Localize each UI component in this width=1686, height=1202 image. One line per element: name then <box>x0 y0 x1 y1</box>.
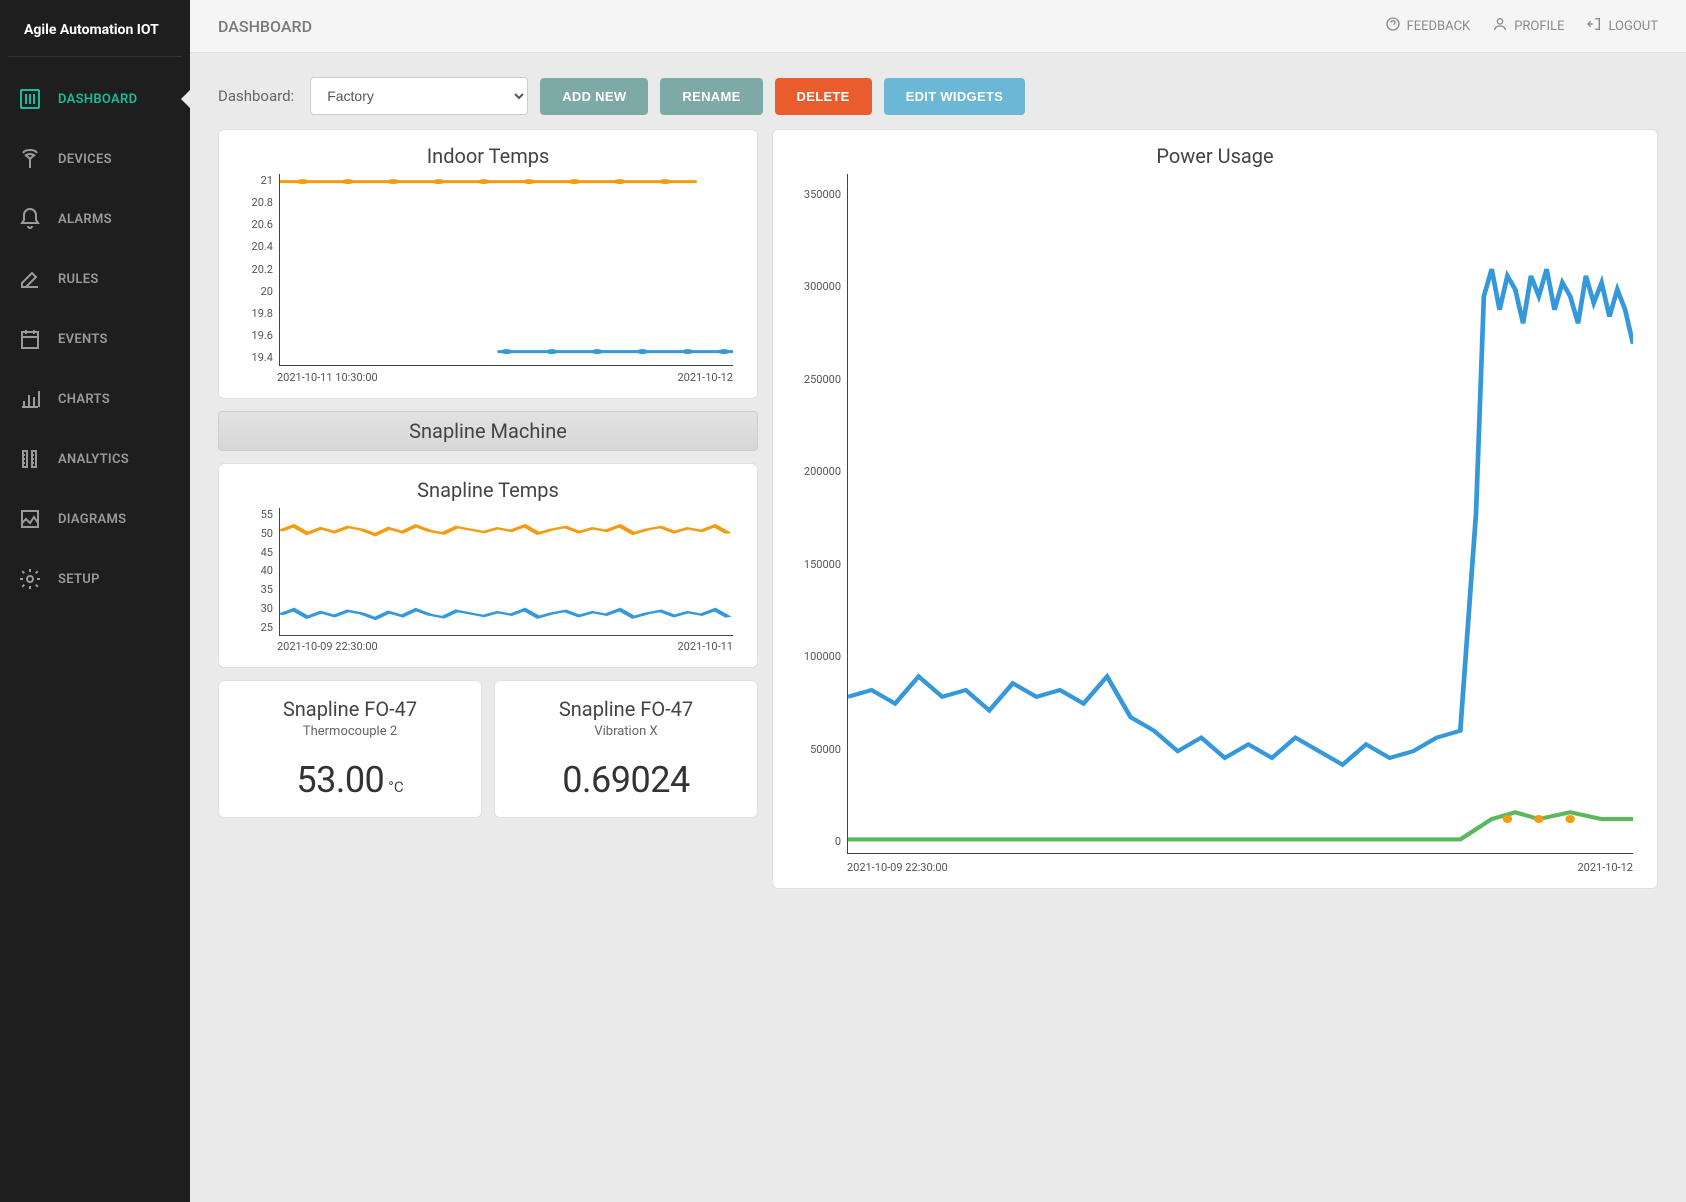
top-links: FEEDBACK PROFILE LOGOUT <box>1385 16 1658 36</box>
metric-card-thermocouple[interactable]: Snapline FO-47 Thermocouple 2 53.00 °C <box>218 680 482 818</box>
sidebar-item-rules[interactable]: RULES <box>0 249 190 309</box>
logout-icon <box>1586 16 1602 36</box>
metric-value: 0.69024 <box>562 759 689 801</box>
widget-title: Power Usage <box>791 144 1639 168</box>
link-label: PROFILE <box>1514 19 1564 34</box>
widget-title: Indoor Temps <box>237 144 739 168</box>
widget-snapline-temps[interactable]: Snapline Temps 55504540353025 20 <box>218 463 758 668</box>
page-title: DASHBOARD <box>218 17 312 36</box>
left-column: Indoor Temps 2120.820.620.420.22019.819.… <box>218 129 758 889</box>
bell-icon <box>18 207 42 231</box>
sidebar-nav: DASHBOARD DEVICES ALARMS RULES <box>0 57 190 609</box>
metric-card-vibration[interactable]: Snapline FO-47 Vibration X 0.69024 <box>494 680 758 818</box>
calendar-icon <box>18 327 42 351</box>
sidebar-item-devices[interactable]: DEVICES <box>0 129 190 189</box>
sidebar-item-label: RULES <box>58 272 99 287</box>
sidebar-item-label: SETUP <box>58 572 100 587</box>
dashboard-select[interactable]: Factory <box>310 77 528 115</box>
image-icon <box>18 507 42 531</box>
widget-title: Snapline Temps <box>237 478 739 502</box>
content-grid: Indoor Temps 2120.820.620.420.22019.819.… <box>190 129 1686 909</box>
sidebar-item-label: ANALYTICS <box>58 452 129 467</box>
app-title: Agile Automation IOT <box>8 0 182 57</box>
rename-button[interactable]: RENAME <box>660 78 762 115</box>
bar-chart-icon <box>18 387 42 411</box>
edit-widgets-button[interactable]: EDIT WIDGETS <box>884 78 1026 115</box>
sliders-icon <box>18 87 42 111</box>
sidebar-item-label: DEVICES <box>58 152 112 167</box>
feedback-icon <box>1385 16 1401 36</box>
widget-indoor-temps[interactable]: Indoor Temps 2120.820.620.420.22019.819.… <box>218 129 758 399</box>
sidebar-item-dashboard[interactable]: DASHBOARD <box>0 69 190 129</box>
metric-value: 53.00 <box>296 759 384 801</box>
ruler-icon <box>18 447 42 471</box>
topbar: DASHBOARD FEEDBACK PROFILE LOGOUT <box>190 0 1686 53</box>
sidebar-item-label: DASHBOARD <box>58 92 137 107</box>
metric-unit: °C <box>388 778 403 796</box>
user-icon <box>1492 16 1508 36</box>
widget-power-usage[interactable]: Power Usage 3500003000002500002000001500… <box>772 129 1658 889</box>
main: DASHBOARD FEEDBACK PROFILE LOGOUT Dashbo… <box>190 0 1686 1202</box>
antenna-icon <box>18 147 42 171</box>
sidebar-item-events[interactable]: EVENTS <box>0 309 190 369</box>
link-label: FEEDBACK <box>1407 19 1471 34</box>
section-header-snapline: Snapline Machine <box>218 411 758 451</box>
metric-subtitle: Thermocouple 2 <box>229 724 471 739</box>
logout-link[interactable]: LOGOUT <box>1586 16 1658 36</box>
sidebar-item-label: CHARTS <box>58 392 110 407</box>
sidebar-item-charts[interactable]: CHARTS <box>0 369 190 429</box>
metric-title: Snapline FO-47 <box>505 697 747 721</box>
feedback-link[interactable]: FEEDBACK <box>1385 16 1471 36</box>
sidebar-item-diagrams[interactable]: DIAGRAMS <box>0 489 190 549</box>
profile-link[interactable]: PROFILE <box>1492 16 1564 36</box>
gear-icon <box>18 567 42 591</box>
sidebar-item-label: ALARMS <box>58 212 112 227</box>
snapline-temps-chart: 55504540353025 2021-10-09 22:30:00 2021-… <box>237 508 739 653</box>
sidebar-item-label: EVENTS <box>58 332 108 347</box>
sidebar-item-setup[interactable]: SETUP <box>0 549 190 609</box>
dashboard-label: Dashboard: <box>218 87 294 105</box>
link-label: LOGOUT <box>1608 19 1658 34</box>
metric-title: Snapline FO-47 <box>229 697 471 721</box>
sidebar-item-analytics[interactable]: ANALYTICS <box>0 429 190 489</box>
actionbar: Dashboard: Factory ADD NEW RENAME DELETE… <box>190 53 1686 129</box>
metric-cards: Snapline FO-47 Thermocouple 2 53.00 °C S… <box>218 680 758 818</box>
power-usage-chart: 3500003000002500002000001500001000005000… <box>791 174 1639 874</box>
delete-button[interactable]: DELETE <box>775 78 872 115</box>
add-new-button[interactable]: ADD NEW <box>540 78 648 115</box>
indoor-temps-chart: 2120.820.620.420.22019.819.619.4 202 <box>237 174 739 384</box>
metric-subtitle: Vibration X <box>505 724 747 739</box>
sidebar: Agile Automation IOT DASHBOARD DEVICES A… <box>0 0 190 1202</box>
edit-icon <box>18 267 42 291</box>
sidebar-item-alarms[interactable]: ALARMS <box>0 189 190 249</box>
sidebar-item-label: DIAGRAMS <box>58 512 126 527</box>
